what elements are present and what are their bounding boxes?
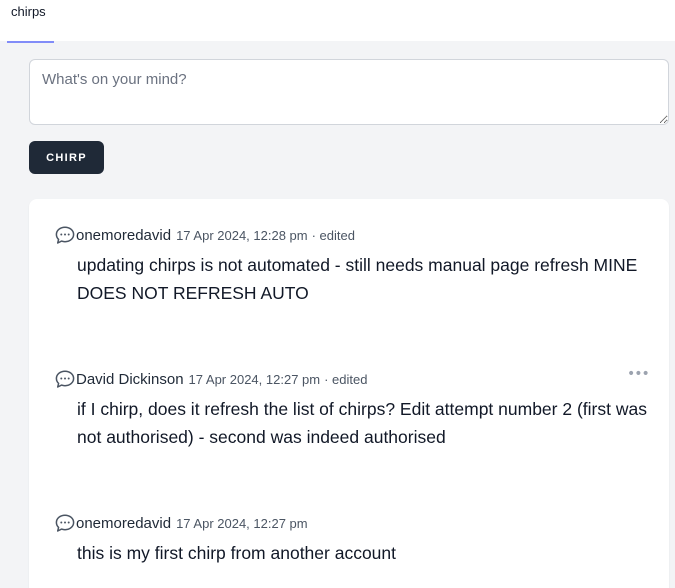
chirp-message: this is my first chirp from another acco…: [77, 543, 396, 563]
chirp-submit-button[interactable]: CHIRP: [29, 141, 104, 174]
chirp-header: onemoredavid 17 Apr 2024, 12:28 pm · edi…: [54, 225, 355, 245]
chirp-message: if I chirp, does it refresh the list of …: [77, 399, 647, 447]
chirp-author: onemoredavid: [76, 514, 172, 532]
chat-bubble-icon: [55, 370, 75, 388]
chirp-author: David Dickinson: [76, 370, 184, 388]
chirp-composer-input[interactable]: [29, 59, 669, 125]
chirp-timestamp: 17 Apr 2024, 12:27 pm: [176, 515, 308, 531]
chirp-message: updating chirps is not automated - still…: [77, 255, 638, 303]
top-navigation: chirps: [0, 0, 675, 43]
chirp-edited-label: · edited: [324, 371, 368, 387]
chirp-header: onemoredavid 17 Apr 2024, 12:27 pm: [54, 513, 308, 533]
nav-link-chirps[interactable]: chirps: [7, 0, 54, 43]
chirp-author: onemoredavid: [76, 226, 172, 244]
chirp-edited-label: · edited: [311, 227, 355, 243]
more-options-button[interactable]: •••: [627, 365, 650, 383]
chirp-timestamp: 17 Apr 2024, 12:27 pm: [188, 371, 321, 387]
chat-bubble-icon: [55, 226, 75, 244]
chirp-feed: onemoredavid 17 Apr 2024, 12:28 pm · edi…: [29, 199, 669, 588]
chirp-timestamp: 17 Apr 2024, 12:28 pm: [176, 227, 308, 243]
chirp-header: David Dickinson 17 Apr 2024, 12:27 pm · …: [54, 369, 367, 389]
chat-bubble-icon: [55, 514, 75, 532]
